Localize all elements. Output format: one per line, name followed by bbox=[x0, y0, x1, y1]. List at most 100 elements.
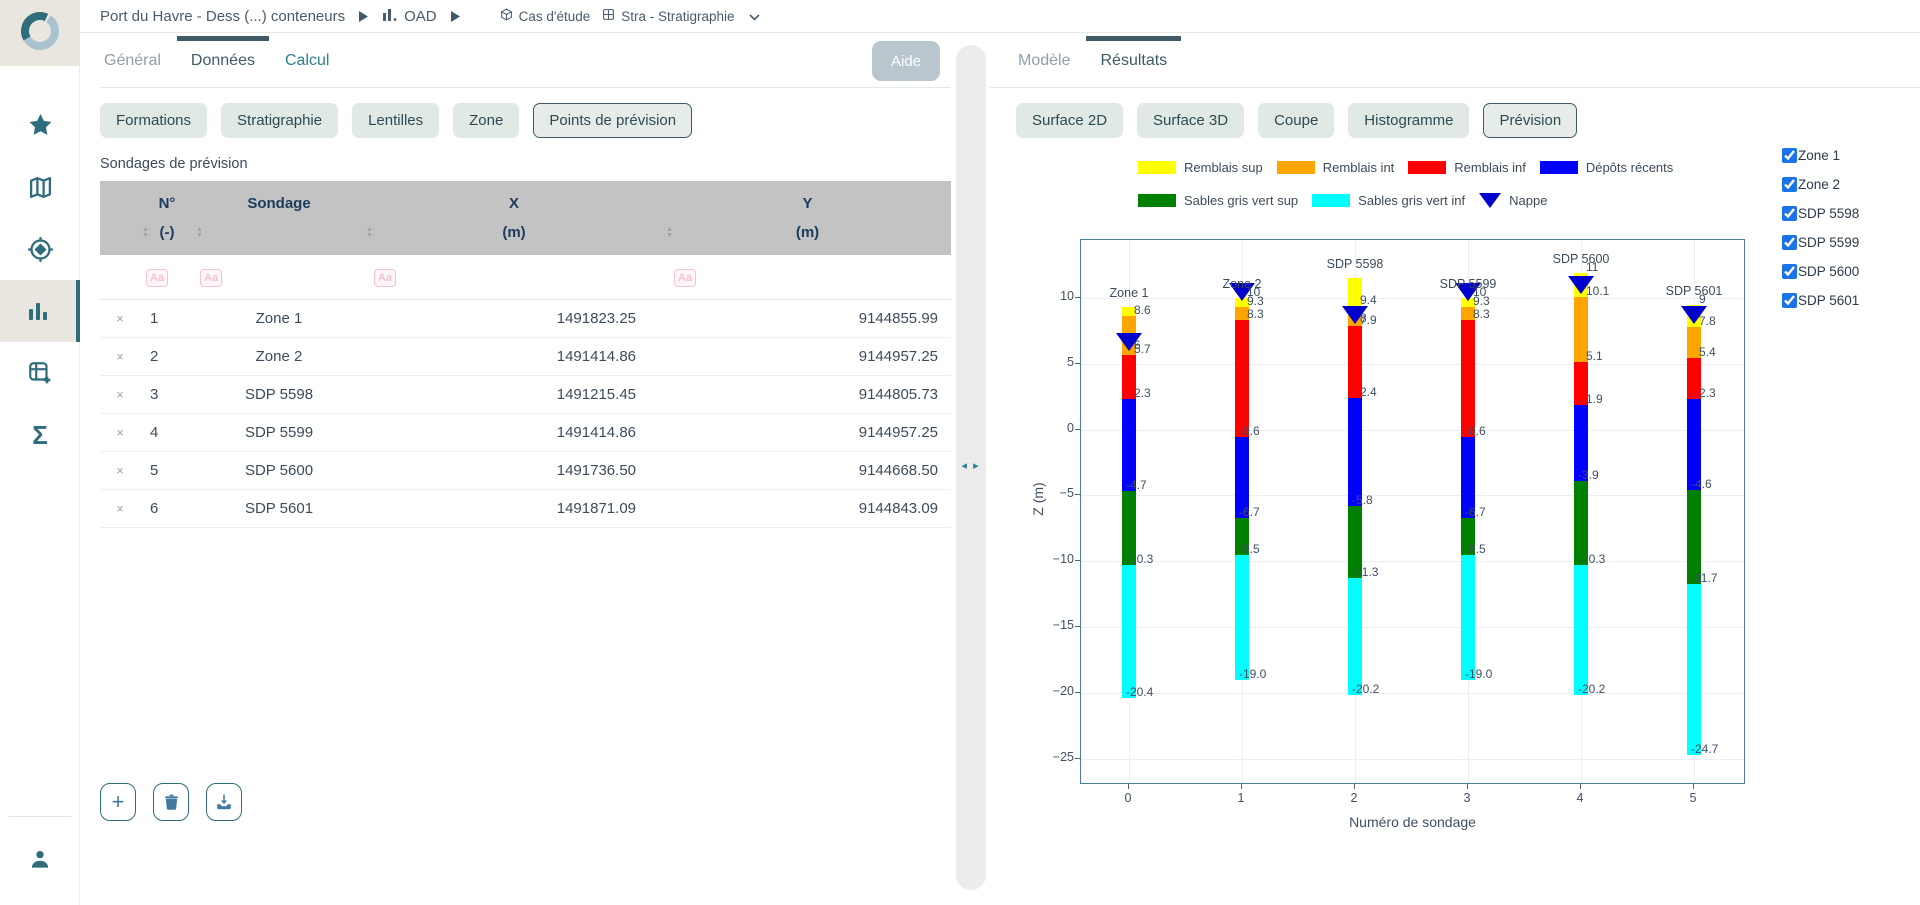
sidebar-item-user[interactable] bbox=[0, 817, 80, 905]
bar-value-label: 5.1 bbox=[1586, 349, 1603, 363]
series-toggle[interactable]: SDP 5599 bbox=[1782, 228, 1859, 257]
tab-donnees[interactable]: Données bbox=[189, 36, 257, 84]
breadcrumb-module[interactable]: OAD bbox=[382, 8, 437, 25]
gridline bbox=[1081, 364, 1744, 365]
cell-x-coord: 1491215.45 bbox=[364, 386, 664, 403]
add-row-button[interactable]: + bbox=[100, 783, 136, 821]
row-delete-button[interactable]: × bbox=[100, 387, 140, 402]
tab-modele[interactable]: Modèle bbox=[1016, 36, 1072, 84]
tab-general[interactable]: Général bbox=[102, 36, 163, 84]
y-tick-label: 0 bbox=[1034, 421, 1074, 435]
table-row: ×5SDP 56001491736.509144668.50 bbox=[100, 452, 951, 490]
series-checkbox[interactable] bbox=[1782, 206, 1797, 221]
series-toggle[interactable]: SDP 5598 bbox=[1782, 199, 1859, 228]
sidebar-item-map[interactable] bbox=[0, 156, 80, 218]
series-toggle[interactable]: Zone 1 bbox=[1782, 141, 1859, 170]
legend-row: Sables gris vert supSables gris vert inf… bbox=[1138, 184, 1673, 217]
sort-carets[interactable]: ▲▼ bbox=[666, 227, 673, 239]
pill-surface-2d[interactable]: Surface 2D bbox=[1016, 103, 1123, 138]
splitter-arrows-icon[interactable]: ◂ ▸ bbox=[956, 459, 986, 472]
pill-stratigraphie[interactable]: Stratigraphie bbox=[221, 103, 338, 138]
x-tick bbox=[1467, 784, 1468, 789]
bar-value-label: 9.3 bbox=[1473, 294, 1490, 308]
app-logo[interactable] bbox=[0, 0, 80, 66]
sort-carets[interactable]: ▲▼ bbox=[196, 227, 203, 239]
cell-n: 3 bbox=[140, 386, 194, 403]
series-toggle-list: Zone 1Zone 2SDP 5598SDP 5599 SDP 5600 SDP … bbox=[1782, 141, 1859, 315]
y-tick bbox=[1075, 494, 1080, 495]
pill-coupe[interactable]: Coupe bbox=[1258, 103, 1334, 138]
pill-surface-3d[interactable]: Surface 3D bbox=[1137, 103, 1244, 138]
row-delete-button[interactable]: × bbox=[100, 425, 140, 440]
bar-value-label: -3.9 bbox=[1578, 468, 1599, 482]
x-tick bbox=[1128, 784, 1129, 789]
filter-badge[interactable]: Aa bbox=[200, 269, 222, 287]
help-button[interactable]: Aide bbox=[872, 41, 940, 81]
sidebar-item-add-data[interactable] bbox=[0, 342, 80, 404]
legend-swatch bbox=[1138, 161, 1176, 174]
row-delete-button[interactable]: × bbox=[100, 311, 140, 326]
bar-value-label: -4.6 bbox=[1691, 477, 1712, 491]
bar-segment bbox=[1687, 584, 1701, 755]
series-checkbox[interactable] bbox=[1782, 293, 1797, 308]
tab-calcul[interactable]: Calcul bbox=[283, 36, 331, 84]
sidebar-item-favorites[interactable] bbox=[0, 94, 80, 156]
bar-value-label: 8.3 bbox=[1247, 307, 1264, 321]
sort-carets[interactable]: ▲▼ bbox=[366, 227, 373, 239]
pill-formations[interactable]: Formations bbox=[100, 103, 207, 138]
cell-y-coord: 9144957.25 bbox=[664, 348, 951, 365]
y-tick bbox=[1075, 560, 1080, 561]
pill-zone[interactable]: Zone bbox=[453, 103, 519, 138]
filter-badge[interactable]: Aa bbox=[146, 269, 168, 287]
series-checkbox-label: SDP 5600 bbox=[1798, 264, 1859, 279]
legend-label: Remblais inf bbox=[1454, 160, 1526, 175]
sidebar-item-statistics[interactable] bbox=[0, 280, 80, 342]
row-delete-button[interactable]: × bbox=[100, 501, 140, 516]
sigma-icon: Σ bbox=[32, 420, 48, 451]
pill-histogramme[interactable]: Histogramme bbox=[1348, 103, 1469, 138]
legend-item: Nappe bbox=[1479, 193, 1547, 208]
y-tick bbox=[1075, 429, 1080, 430]
sidebar: Σ bbox=[0, 0, 80, 905]
cell-sondage: Zone 2 bbox=[194, 348, 364, 365]
row-delete-button[interactable]: × bbox=[100, 463, 140, 478]
gridline bbox=[1081, 298, 1744, 299]
breadcrumb-project[interactable]: Port du Havre - Dess (...) conteneurs bbox=[100, 8, 345, 25]
cell-x-coord: 1491871.09 bbox=[364, 500, 664, 517]
import-rows-button[interactable] bbox=[206, 783, 242, 821]
series-checkbox[interactable] bbox=[1782, 235, 1797, 250]
play-icon bbox=[359, 11, 368, 22]
tab-resultats[interactable]: Résultats bbox=[1098, 36, 1169, 84]
right-tabs: Modèle Résultats bbox=[990, 33, 1920, 88]
bar-title: SDP 5599 bbox=[1423, 277, 1513, 291]
bar-segment bbox=[1348, 578, 1362, 695]
sort-carets[interactable]: ▲▼ bbox=[142, 227, 149, 239]
sidebar-item-sum[interactable]: Σ bbox=[0, 404, 80, 466]
legend-swatch bbox=[1540, 161, 1578, 174]
series-toggle[interactable]: SDP 5601 bbox=[1782, 286, 1859, 315]
series-toggle[interactable]: SDP 5600 bbox=[1782, 257, 1859, 286]
bar-value-label: -6.7 bbox=[1239, 505, 1260, 519]
play-icon bbox=[451, 11, 460, 22]
sidebar-item-localisation[interactable] bbox=[0, 218, 80, 280]
series-checkbox[interactable] bbox=[1782, 177, 1797, 192]
x-tick bbox=[1693, 784, 1694, 789]
filter-badge[interactable]: Aa bbox=[674, 269, 696, 287]
pill-points-de-pr-vision[interactable]: Points de prévision bbox=[533, 103, 692, 138]
pill-lentilles[interactable]: Lentilles bbox=[352, 103, 439, 138]
series-checkbox[interactable] bbox=[1782, 148, 1797, 163]
x-tick bbox=[1241, 784, 1242, 789]
bar-value-label: -19.0 bbox=[1239, 667, 1266, 681]
filter-badge[interactable]: Aa bbox=[374, 269, 396, 287]
breadcrumb-case[interactable]: Cas d'étude Stra - Stratigraphie bbox=[500, 8, 760, 24]
plot-area: 8.665.72.3-4.7-10.3-20.4Zone 1109.38.3-0… bbox=[1080, 239, 1745, 784]
series-checkbox[interactable] bbox=[1782, 264, 1797, 279]
col-title-n: N° bbox=[140, 195, 194, 212]
row-delete-button[interactable]: × bbox=[100, 349, 140, 364]
series-toggle[interactable]: Zone 2 bbox=[1782, 170, 1859, 199]
pill-pr-vision[interactable]: Prévision bbox=[1483, 103, 1577, 138]
panel-splitter[interactable]: ◂ ▸ bbox=[956, 45, 986, 890]
delete-rows-button[interactable] bbox=[153, 783, 189, 821]
legend-swatch bbox=[1408, 161, 1446, 174]
table-body: ×1Zone 11491823.259144855.99×2Zone 21491… bbox=[100, 300, 951, 528]
